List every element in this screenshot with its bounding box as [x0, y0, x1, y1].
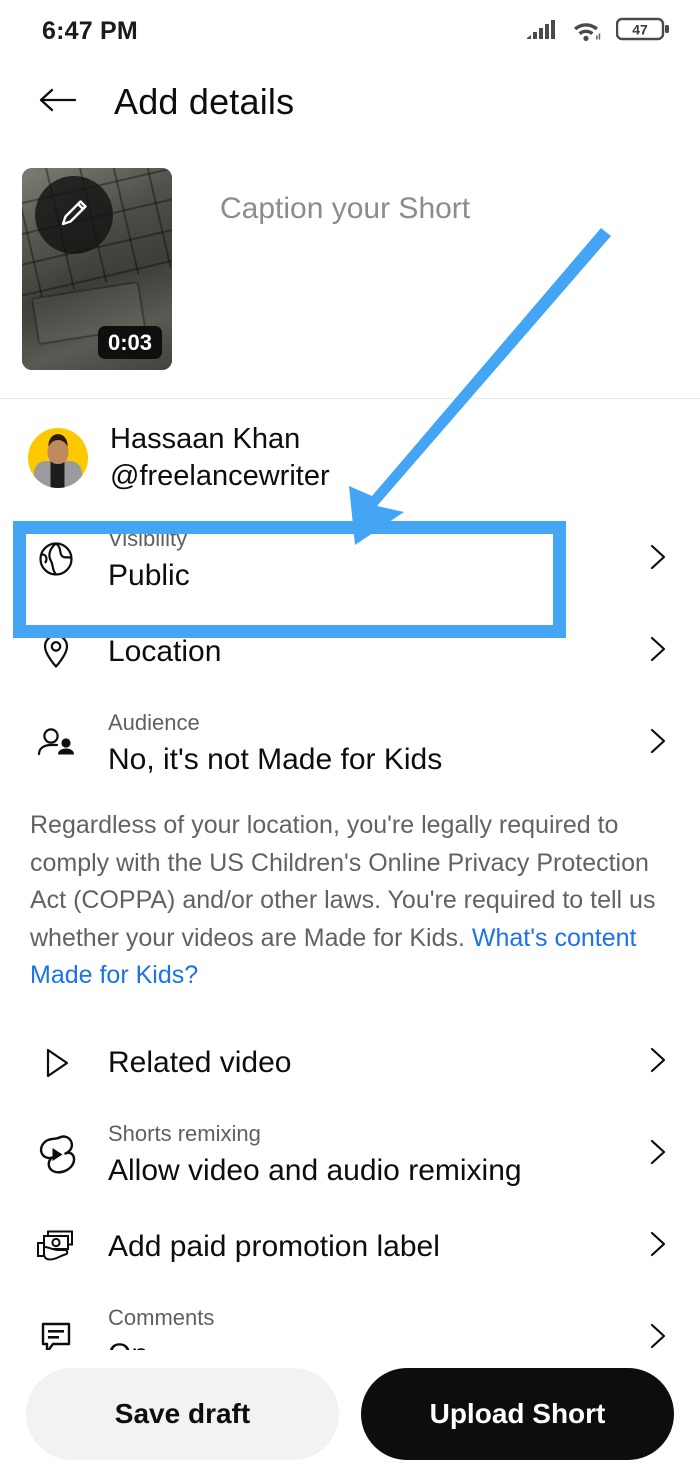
battery-icon: 47: [615, 16, 670, 47]
chevron-right-icon: [644, 721, 672, 766]
pencil-icon: [54, 193, 94, 238]
channel-handle: @freelancewriter: [110, 460, 330, 493]
row-visibility[interactable]: Visibility Public: [0, 513, 700, 605]
row-related-video-value: Related video: [108, 1046, 292, 1080]
channel-name: Hassaan Khan: [110, 423, 301, 455]
row-location[interactable]: Location: [0, 605, 700, 697]
page-title: Add details: [114, 81, 295, 122]
edit-thumbnail-button[interactable]: [35, 176, 113, 254]
row-paid-promotion[interactable]: Add paid promotion label: [0, 1201, 700, 1293]
globe-icon: [30, 539, 82, 579]
shorts-remix-icon: [30, 1134, 82, 1176]
row-related-video-body: Related video: [108, 1043, 632, 1082]
row-location-value: Location: [108, 634, 222, 668]
row-comments-label: Comments: [108, 1305, 215, 1331]
row-visibility-value: Public: [108, 558, 190, 592]
row-location-body: Location: [108, 632, 632, 671]
cellular-signal-icon: [526, 18, 556, 47]
coppa-disclaimer: Regardless of your location, you're lega…: [0, 789, 700, 1017]
row-paid-promotion-value: Add paid promotion label: [108, 1230, 440, 1264]
row-audience-body: Audience No, it's not Made for Kids: [108, 708, 632, 779]
video-thumbnail[interactable]: 0:03: [22, 168, 172, 370]
channel-meta: Hassaan Khan @freelancewriter: [110, 421, 330, 495]
row-visibility-label: Visibility: [108, 525, 188, 551]
status-bar: 6:47 PM 47: [0, 0, 700, 62]
audience-people-icon: [30, 723, 82, 763]
upload-short-button[interactable]: Upload Short: [361, 1368, 674, 1460]
caption-input[interactable]: Caption your Short: [220, 192, 470, 226]
back-arrow-icon: [38, 84, 78, 121]
chevron-right-icon: [644, 629, 672, 674]
channel-row[interactable]: Hassaan Khan @freelancewriter: [0, 399, 700, 513]
avatar: [28, 428, 88, 489]
chevron-right-icon: [644, 1224, 672, 1269]
battery-level: 47: [632, 21, 648, 37]
row-shorts-remixing-label: Shorts remixing: [108, 1121, 261, 1147]
row-shorts-remixing-value: Allow video and audio remixing: [108, 1154, 522, 1188]
row-related-video[interactable]: Related video: [0, 1017, 700, 1109]
video-duration-badge: 0:03: [97, 325, 162, 359]
status-icons: 47: [526, 16, 670, 47]
chevron-right-icon: [644, 1132, 672, 1177]
row-audience-label: Audience: [108, 709, 200, 735]
row-shorts-remixing[interactable]: Shorts remixing Allow video and audio re…: [0, 1109, 700, 1201]
row-visibility-body: Visibility Public: [108, 524, 632, 595]
paid-promotion-icon: [30, 1227, 82, 1267]
play-triangle-icon: [30, 1043, 82, 1083]
chevron-right-icon: [644, 1040, 672, 1085]
bottom-action-bar: Save draft Upload Short: [0, 1350, 700, 1478]
row-paid-promotion-body: Add paid promotion label: [108, 1227, 632, 1266]
caption-section: 0:03 Caption your Short: [0, 142, 700, 399]
row-audience[interactable]: Audience No, it's not Made for Kids: [0, 697, 700, 789]
wifi-icon: [570, 17, 602, 47]
settings-list: Visibility Public Location Audience No, …: [0, 513, 700, 1385]
chevron-right-icon: [644, 537, 672, 582]
status-time: 6:47 PM: [42, 16, 138, 45]
row-shorts-remixing-body: Shorts remixing Allow video and audio re…: [108, 1119, 632, 1190]
app-header: Add details: [0, 62, 700, 142]
save-draft-button[interactable]: Save draft: [26, 1368, 339, 1460]
location-pin-icon: [30, 631, 82, 671]
row-audience-value: No, it's not Made for Kids: [108, 742, 443, 776]
back-button[interactable]: [30, 74, 86, 130]
